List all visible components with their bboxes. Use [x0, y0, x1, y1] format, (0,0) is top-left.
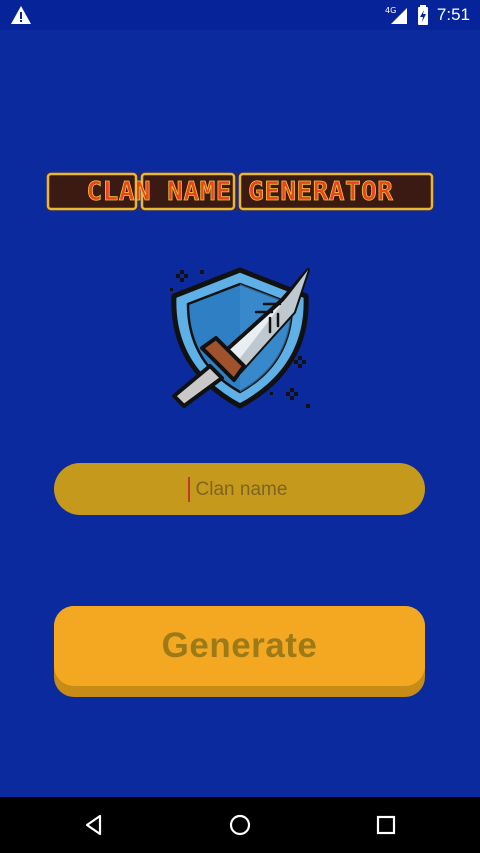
shield-sword-icon [170, 267, 310, 409]
home-icon [229, 814, 251, 836]
generate-button-label: Generate [161, 626, 318, 665]
generate-button-face: Generate [54, 606, 425, 686]
generate-button[interactable]: Generate [54, 606, 425, 697]
back-icon [85, 814, 102, 836]
signal-icon: 4G [385, 6, 407, 24]
status-bar: 4G 7:51 [0, 0, 480, 30]
recents-icon [376, 815, 396, 835]
warning-icon [11, 6, 31, 24]
battery-icon [417, 5, 428, 25]
back-button[interactable] [78, 809, 110, 841]
status-right: 4G 7:51 [385, 0, 470, 30]
clan-name-input[interactable] [54, 463, 429, 517]
clan-name-field [54, 463, 429, 517]
network-type-label: 4G [385, 6, 396, 15]
app-logo: CLAN NAME GENERATOR [46, 171, 434, 212]
recents-button[interactable] [370, 809, 402, 841]
text-cursor [188, 477, 190, 502]
home-button[interactable] [224, 809, 256, 841]
app-screen: 4G 7:51 CLAN NAME GENERATOR Clan name Ge… [0, 0, 480, 853]
logo-text: CLAN NAME GENERATOR [87, 177, 394, 207]
clock: 7:51 [436, 5, 470, 24]
navigation-bar [0, 797, 480, 853]
